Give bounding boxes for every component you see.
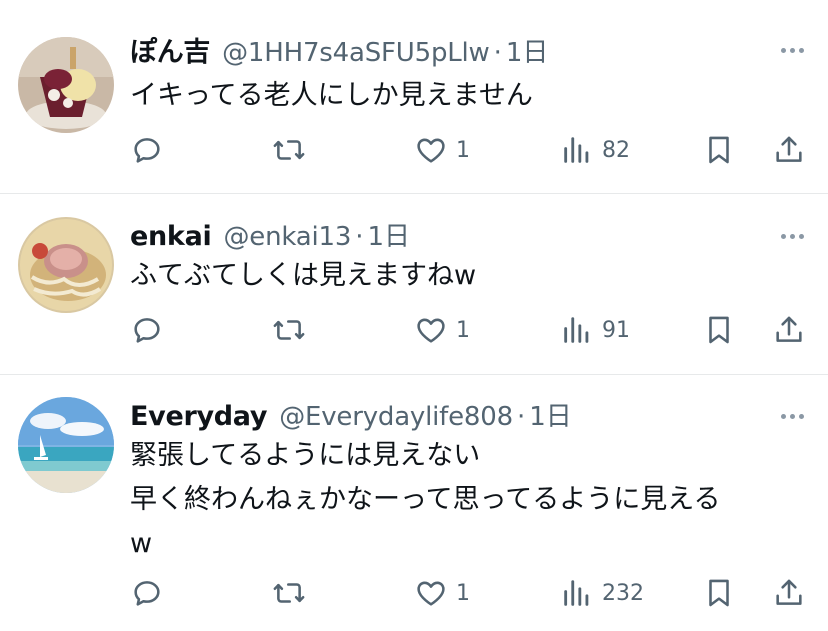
- like-count: 1: [456, 137, 470, 163]
- tweet-3[interactable]: Everyday @Everydaylife808 · 1日 緊張してるようには…: [0, 375, 828, 631]
- separator-dot: ·: [355, 222, 364, 252]
- more-icon[interactable]: [776, 226, 808, 246]
- timestamp[interactable]: 1日: [367, 216, 410, 253]
- avatar[interactable]: [18, 397, 114, 493]
- retweet-icon: [273, 140, 305, 160]
- user-handle[interactable]: @1HH7s4aSFU5pLlw: [222, 38, 490, 68]
- more-icon[interactable]: [776, 406, 808, 426]
- share-button[interactable]: [772, 573, 806, 613]
- like-button[interactable]: 1: [414, 310, 470, 350]
- timestamp[interactable]: 1日: [529, 396, 572, 433]
- separator-dot: ·: [516, 402, 526, 432]
- tweet-text: 緊張してるようには見えない 早く終わんねぇかなーって思ってるように見える w: [130, 434, 721, 566]
- heart-icon: [417, 581, 445, 606]
- display-name[interactable]: ぽん吉: [130, 30, 210, 69]
- user-handle[interactable]: @Everydaylife808: [279, 402, 513, 432]
- tweet-header: Everyday @Everydaylife808 · 1日: [130, 396, 572, 433]
- tweet-text-line: w: [130, 528, 153, 559]
- tweet-1[interactable]: ぽん吉 @1HH7s4aSFU5pLlw · 1日 イキってる老人にしか見えませ…: [0, 0, 828, 193]
- tweet-header: enkai @enkai13 · 1日: [130, 216, 410, 253]
- reply-icon: [134, 138, 160, 163]
- beach-avatar-image: [18, 397, 114, 493]
- reply-button[interactable]: [130, 573, 164, 613]
- more-icon[interactable]: [776, 40, 808, 60]
- reply-icon: [134, 581, 160, 606]
- tweet-text-line: ふてぶてしくは見えますねw: [130, 260, 477, 291]
- reply-button[interactable]: [130, 130, 164, 170]
- views-button[interactable]: 82: [560, 130, 630, 170]
- bookmark-button[interactable]: [702, 130, 736, 170]
- share-icon: [776, 579, 802, 605]
- tweet-text-line: イキってる老人にしか見えません: [130, 80, 533, 111]
- action-bar: 1 82: [0, 130, 828, 170]
- reply-icon: [134, 318, 160, 343]
- ramen-avatar-image: [18, 217, 114, 313]
- tweet-text: イキってる老人にしか見えません: [130, 74, 533, 118]
- views-count: 232: [602, 580, 644, 606]
- heart-icon: [417, 318, 445, 343]
- share-icon: [776, 136, 802, 162]
- views-count: 82: [602, 137, 630, 163]
- like-count: 1: [456, 317, 470, 343]
- separator-dot: ·: [493, 38, 502, 68]
- reply-button[interactable]: [130, 310, 164, 350]
- heart-icon: [417, 138, 445, 163]
- bookmark-icon: [709, 579, 729, 607]
- user-handle[interactable]: @enkai13: [223, 222, 351, 252]
- like-button[interactable]: 1: [414, 130, 470, 170]
- avatar[interactable]: [18, 37, 114, 133]
- views-button[interactable]: 232: [560, 573, 644, 613]
- like-button[interactable]: 1: [414, 573, 470, 613]
- share-button[interactable]: [772, 310, 806, 350]
- like-count: 1: [456, 580, 470, 606]
- share-button[interactable]: [772, 130, 806, 170]
- tweet-header: ぽん吉 @1HH7s4aSFU5pLlw · 1日: [130, 30, 548, 68]
- retweet-icon: [273, 320, 305, 340]
- bookmark-icon: [709, 136, 729, 164]
- action-bar: 1 232: [0, 573, 828, 613]
- retweet-icon: [273, 583, 305, 603]
- parfait-avatar-image: [18, 37, 114, 133]
- views-count: 91: [602, 317, 630, 343]
- retweet-button[interactable]: [272, 573, 306, 613]
- bookmark-icon: [709, 316, 729, 344]
- action-bar: 1 91: [0, 310, 828, 350]
- retweet-button[interactable]: [272, 310, 306, 350]
- bookmark-button[interactable]: [702, 573, 736, 613]
- views-icon: [564, 580, 589, 606]
- retweet-button[interactable]: [272, 130, 306, 170]
- views-button[interactable]: 91: [560, 310, 630, 350]
- tweet-text-line: 緊張してるようには見えない: [130, 440, 481, 471]
- display-name[interactable]: Everyday: [130, 401, 268, 432]
- views-icon: [564, 317, 589, 343]
- timestamp[interactable]: 1日: [506, 32, 549, 69]
- avatar[interactable]: [18, 217, 114, 313]
- views-icon: [564, 137, 589, 163]
- display-name[interactable]: enkai: [130, 221, 212, 252]
- tweet-text-line: 早く終わんねぇかなーって思ってるように見える: [130, 484, 721, 515]
- tweet-2[interactable]: enkai @enkai13 · 1日 ふてぶてしくは見えますねw 1 91: [0, 194, 828, 374]
- tweet-text: ふてぶてしくは見えますねw: [130, 254, 476, 298]
- share-icon: [776, 316, 802, 342]
- bookmark-button[interactable]: [702, 310, 736, 350]
